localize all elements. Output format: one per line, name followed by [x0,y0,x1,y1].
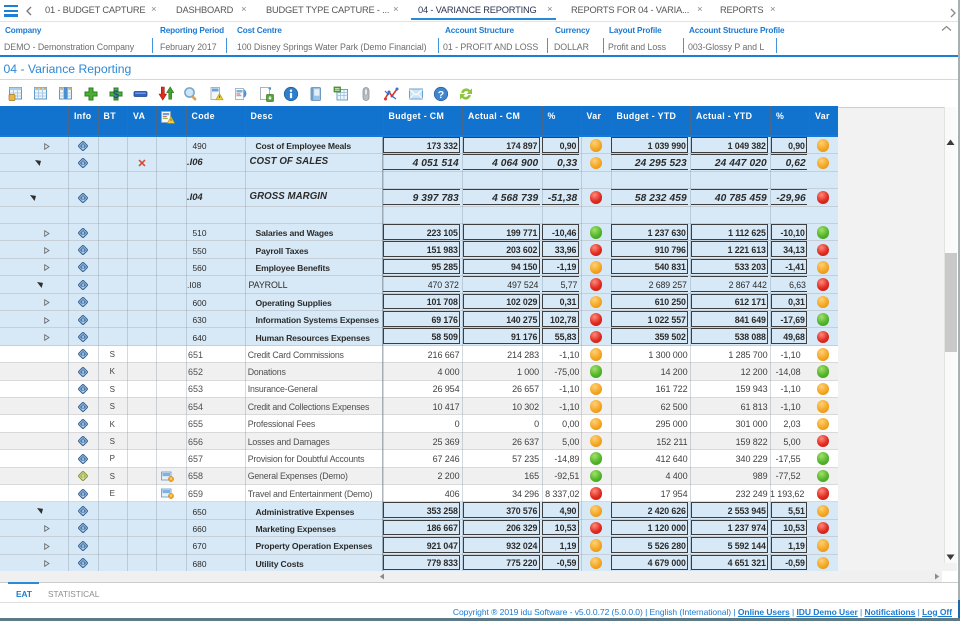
svg-text:?: ? [438,89,444,101]
svg-text:$: $ [113,89,119,101]
